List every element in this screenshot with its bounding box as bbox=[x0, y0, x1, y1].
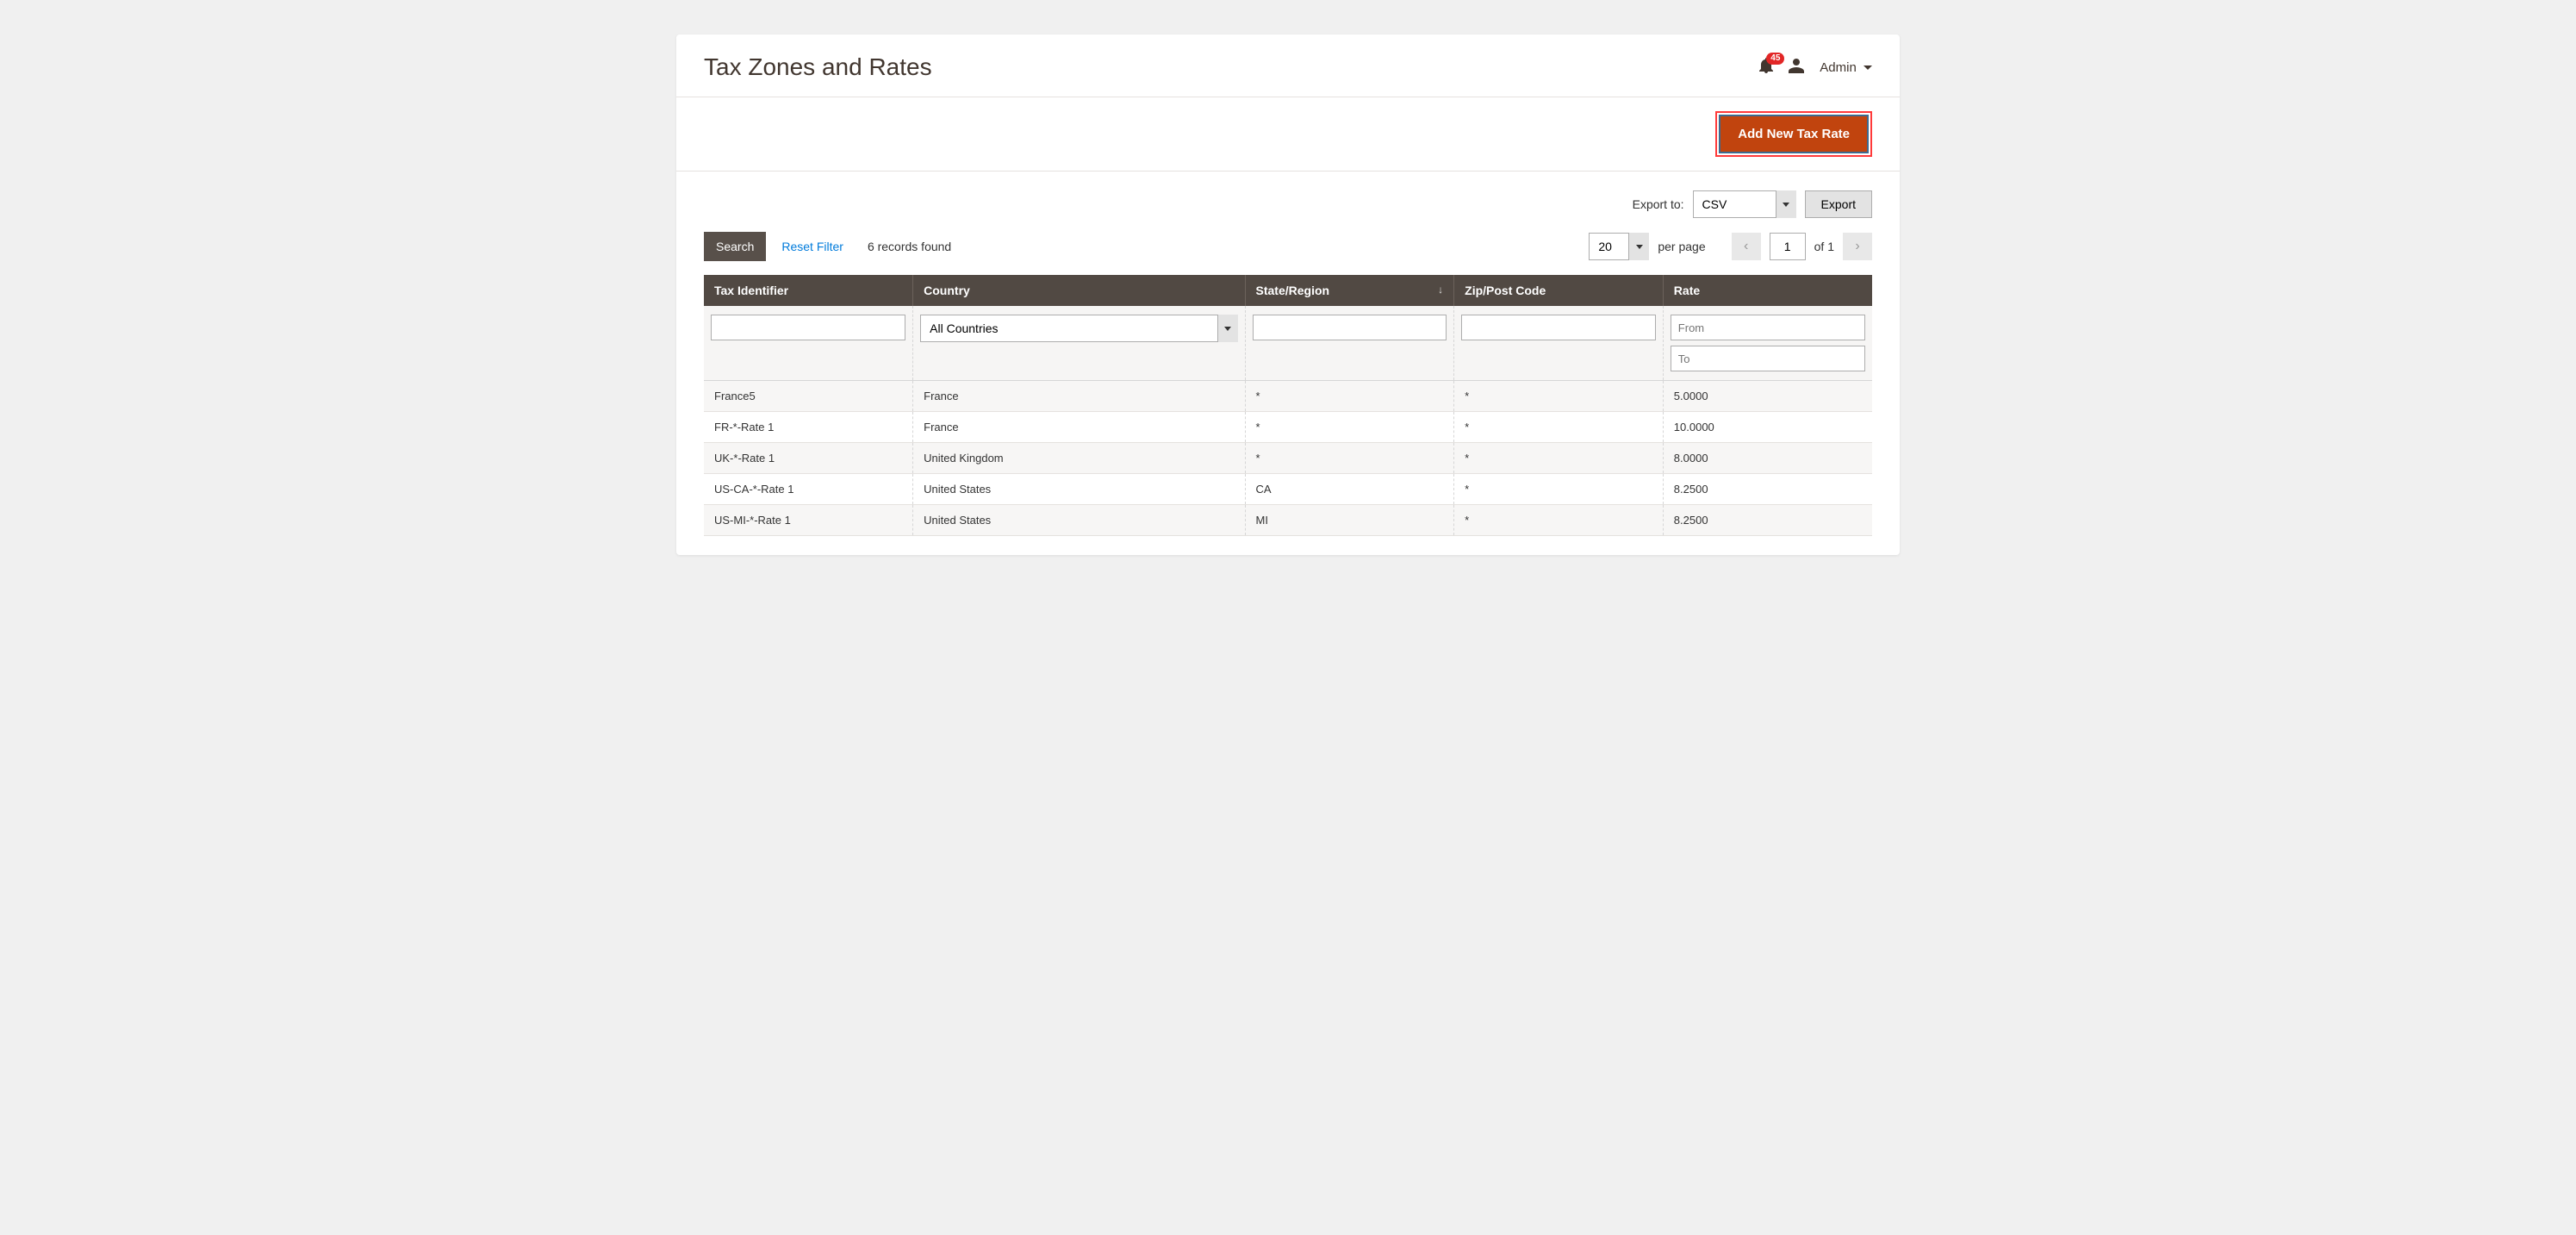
cell-rate: 8.2500 bbox=[1663, 505, 1872, 536]
cell-rate: 10.0000 bbox=[1663, 412, 1872, 443]
notifications-button[interactable]: 45 bbox=[1759, 58, 1773, 78]
cell-state: MI bbox=[1245, 505, 1454, 536]
page-total-label: of 1 bbox=[1814, 240, 1834, 253]
table-row[interactable]: UK-*-Rate 1United Kingdom**8.0000 bbox=[704, 443, 1872, 474]
cell-rate: 8.0000 bbox=[1663, 443, 1872, 474]
highlight-box: Add New Tax Rate bbox=[1715, 111, 1872, 157]
cell-state: * bbox=[1245, 412, 1454, 443]
filter-row: All Countries bbox=[704, 306, 1872, 381]
export-button[interactable]: Export bbox=[1805, 190, 1872, 218]
col-header-country[interactable]: Country bbox=[913, 275, 1245, 306]
search-button[interactable]: Search bbox=[704, 232, 766, 261]
export-format-select[interactable]: CSV bbox=[1693, 190, 1796, 218]
filter-country-select[interactable]: All Countries bbox=[920, 315, 1237, 342]
cell-state: CA bbox=[1245, 474, 1454, 505]
user-icon bbox=[1789, 58, 1804, 78]
cell-id: US-CA-*-Rate 1 bbox=[704, 474, 913, 505]
table-row[interactable]: France5France**5.0000 bbox=[704, 381, 1872, 412]
cell-zip: * bbox=[1454, 474, 1664, 505]
cell-zip: * bbox=[1454, 412, 1664, 443]
table-row[interactable]: US-CA-*-Rate 1United StatesCA*8.2500 bbox=[704, 474, 1872, 505]
cell-rate: 5.0000 bbox=[1663, 381, 1872, 412]
table-row[interactable]: FR-*-Rate 1France**10.0000 bbox=[704, 412, 1872, 443]
notifications-badge: 45 bbox=[1766, 53, 1784, 65]
col-header-zip[interactable]: Zip/Post Code bbox=[1454, 275, 1664, 306]
table-row[interactable]: US-MI-*-Rate 1United StatesMI*8.2500 bbox=[704, 505, 1872, 536]
records-count: 6 records found bbox=[868, 240, 951, 253]
cell-state: * bbox=[1245, 443, 1454, 474]
page-title: Tax Zones and Rates bbox=[704, 53, 932, 81]
grid-controls: Search Reset Filter 6 records found 20 p… bbox=[676, 225, 1900, 275]
action-bar: Add New Tax Rate bbox=[676, 97, 1900, 172]
filter-country-select-wrap: All Countries bbox=[920, 315, 1237, 342]
grid-wrap: Tax Identifier Country State/Region↓ Zip… bbox=[676, 275, 1900, 555]
col-header-rate[interactable]: Rate bbox=[1663, 275, 1872, 306]
add-new-tax-rate-button[interactable]: Add New Tax Rate bbox=[1719, 115, 1869, 153]
export-label: Export to: bbox=[1633, 197, 1684, 211]
controls-left: Search Reset Filter 6 records found bbox=[704, 232, 951, 261]
chevron-left-icon: ‹ bbox=[1744, 239, 1748, 254]
tax-rates-table: Tax Identifier Country State/Region↓ Zip… bbox=[704, 275, 1872, 536]
col-header-state[interactable]: State/Region↓ bbox=[1245, 275, 1454, 306]
cell-zip: * bbox=[1454, 381, 1664, 412]
cell-country: United Kingdom bbox=[913, 443, 1245, 474]
prev-page-button[interactable]: ‹ bbox=[1732, 233, 1761, 260]
cell-country: France bbox=[913, 381, 1245, 412]
controls-right: 20 per page ‹ of 1 › bbox=[1589, 233, 1872, 260]
header-actions: 45 Admin bbox=[1759, 58, 1872, 78]
page-number-input[interactable] bbox=[1770, 233, 1806, 260]
cell-country: France bbox=[913, 412, 1245, 443]
page-header: Tax Zones and Rates 45 Admin bbox=[676, 34, 1900, 97]
cell-id: US-MI-*-Rate 1 bbox=[704, 505, 913, 536]
main-card: Tax Zones and Rates 45 Admin Add New Tax… bbox=[676, 34, 1900, 555]
export-row: Export to: CSV Export bbox=[676, 172, 1900, 225]
cell-rate: 8.2500 bbox=[1663, 474, 1872, 505]
cell-id: UK-*-Rate 1 bbox=[704, 443, 913, 474]
per-page-select[interactable]: 20 bbox=[1589, 233, 1649, 260]
export-format-select-wrap: CSV bbox=[1693, 190, 1796, 218]
cell-zip: * bbox=[1454, 505, 1664, 536]
filter-rate-from-input[interactable] bbox=[1671, 315, 1865, 340]
admin-dropdown[interactable]: Admin bbox=[1820, 60, 1872, 75]
cell-state: * bbox=[1245, 381, 1454, 412]
filter-tax-identifier-input[interactable] bbox=[711, 315, 905, 340]
cell-country: United States bbox=[913, 505, 1245, 536]
cell-id: FR-*-Rate 1 bbox=[704, 412, 913, 443]
per-page-label: per page bbox=[1658, 240, 1705, 253]
filter-zip-input[interactable] bbox=[1461, 315, 1656, 340]
chevron-down-icon bbox=[1864, 65, 1872, 70]
per-page-select-wrap: 20 bbox=[1589, 233, 1649, 260]
filter-rate-to-input[interactable] bbox=[1671, 346, 1865, 371]
sort-arrow-icon: ↓ bbox=[1438, 284, 1443, 296]
filter-state-input[interactable] bbox=[1253, 315, 1447, 340]
col-header-tax-identifier[interactable]: Tax Identifier bbox=[704, 275, 913, 306]
admin-label: Admin bbox=[1820, 60, 1857, 75]
cell-zip: * bbox=[1454, 443, 1664, 474]
chevron-right-icon: › bbox=[1855, 239, 1859, 254]
next-page-button[interactable]: › bbox=[1843, 233, 1872, 260]
cell-id: France5 bbox=[704, 381, 913, 412]
cell-country: United States bbox=[913, 474, 1245, 505]
reset-filter-link[interactable]: Reset Filter bbox=[781, 240, 843, 253]
